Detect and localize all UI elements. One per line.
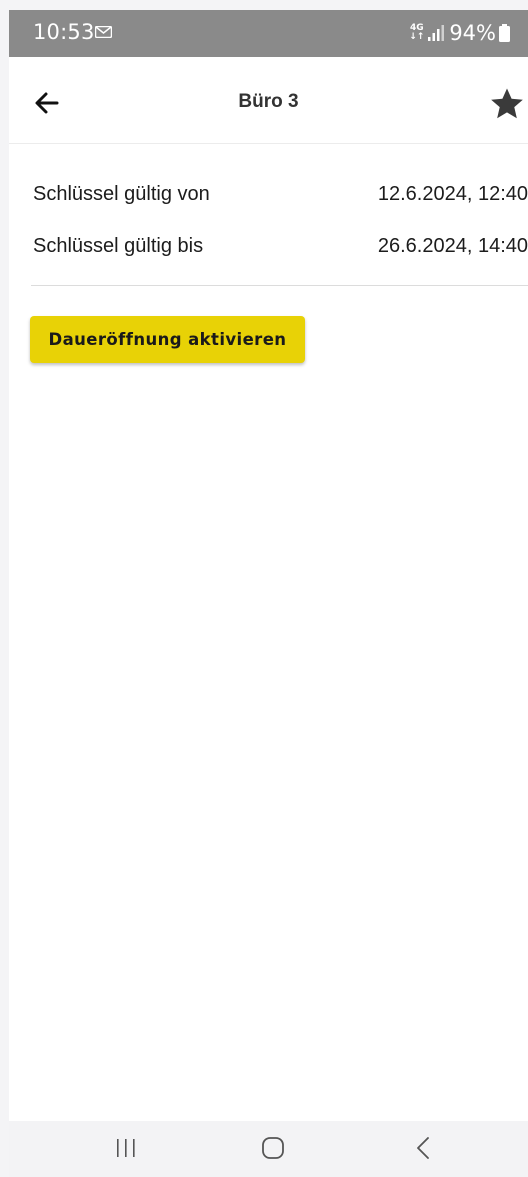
app-bar: Büro 3	[9, 57, 528, 144]
star-icon[interactable]	[488, 85, 526, 123]
valid-from-label: Schlüssel gültig von	[33, 183, 210, 205]
data-arrows-icon: ↓↑	[409, 32, 425, 42]
valid-until-value: 26.6.2024, 14:40	[377, 235, 528, 257]
back-icon[interactable]	[413, 1135, 433, 1161]
divider	[31, 285, 528, 286]
battery-icon	[499, 24, 510, 42]
status-time: 10:53	[33, 20, 95, 44]
recents-icon[interactable]	[113, 1137, 139, 1159]
app-screen: 10:53 4G ↓↑ 94% Büro 3 Schlüssel gültig …	[9, 10, 528, 1177]
info-row-valid-from: Schlüssel gültig von 12.6.2024, 12:40	[9, 175, 528, 215]
info-row-valid-until: Schlüssel gültig bis 26.6.2024, 14:40	[9, 227, 528, 267]
network-type: 4G ↓↑	[409, 24, 424, 42]
status-bar: 10:53 4G ↓↑ 94%	[9, 10, 528, 57]
valid-from-value: 12.6.2024, 12:40	[377, 183, 528, 205]
activate-permanent-open-button[interactable]: Daueröffnung aktivieren	[30, 316, 305, 363]
valid-until-label: Schlüssel gültig bis	[33, 235, 204, 257]
status-indicators: 4G ↓↑ 94%	[409, 20, 510, 46]
home-icon[interactable]	[261, 1136, 285, 1160]
message-icon	[95, 26, 112, 38]
signal-icon	[428, 25, 445, 41]
screen-frame: 10:53 4G ↓↑ 94% Büro 3 Schlüssel gültig …	[0, 0, 528, 1177]
battery-percent: 94%	[449, 21, 496, 45]
page-title: Büro 3	[238, 91, 299, 112]
system-nav-bar	[9, 1121, 528, 1177]
